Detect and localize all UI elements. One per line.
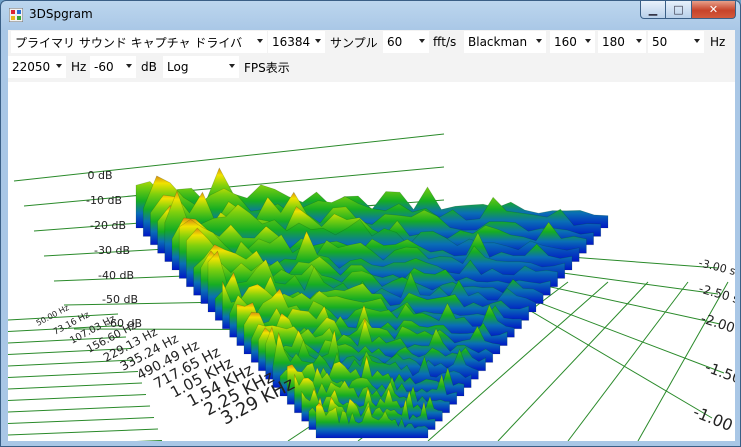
dropdown-arrow-icon bbox=[694, 39, 700, 43]
db-label: dB bbox=[141, 60, 157, 74]
dropdown-arrow-icon bbox=[56, 64, 62, 68]
maximize-icon: □ bbox=[673, 3, 684, 16]
min-freq-select[interactable]: 50 bbox=[648, 31, 704, 53]
toolbar: プライマリ サウンド キャプチャ ドライバ 16384 サンプル 60 fft/… bbox=[8, 30, 735, 82]
db-grid-line bbox=[13, 133, 445, 182]
dropdown-arrow-icon bbox=[419, 39, 425, 43]
fft-unit-label: fft/s bbox=[433, 35, 457, 49]
window-title: 3DSpgram bbox=[29, 7, 93, 21]
db-label: 0 dB bbox=[87, 169, 112, 182]
min-freq-value: 50 bbox=[652, 35, 668, 49]
fft-rate-value: 60 bbox=[387, 35, 403, 49]
db-label: -40 dB bbox=[98, 269, 134, 282]
max-freq-value: 22050 bbox=[12, 60, 51, 74]
dropdown-arrow-icon bbox=[536, 39, 542, 43]
maximize-button[interactable]: □ bbox=[666, 1, 692, 19]
freq-grid-line bbox=[8, 417, 155, 424]
floor-grid-line bbox=[567, 281, 689, 441]
freq-grid-line bbox=[8, 371, 139, 378]
samples-label: サンプル bbox=[330, 35, 378, 50]
spectrogram-3d-view[interactable]: 0 dB-10 dB-20 dB-30 dB-40 dB-50 dB-60 dB… bbox=[8, 82, 735, 441]
min-db-value: -60 bbox=[94, 60, 114, 74]
dropdown-arrow-icon bbox=[315, 39, 321, 43]
hz-label: Hz bbox=[710, 35, 726, 49]
device-select[interactable]: プライマリ サウンド キャプチャ ドライバ bbox=[11, 31, 267, 53]
time-label: -1.50 sec bbox=[703, 359, 735, 398]
time-label: -2.50 sec bbox=[697, 281, 735, 310]
minimize-button[interactable]: ▁ bbox=[640, 1, 666, 19]
scale-value: Log bbox=[167, 60, 189, 74]
min-db-select[interactable]: -60 bbox=[90, 56, 136, 78]
fft-rate-select[interactable]: 60 bbox=[383, 31, 429, 53]
fft-size-select[interactable]: 16384 bbox=[268, 31, 325, 53]
app-window: 3DSpgram ▁ □ ✕ プライマリ サウンド キャプチャ ドライバ 163… bbox=[0, 0, 741, 447]
time-label: -2.00 sec bbox=[699, 312, 735, 345]
time-label: -3.00 sec bbox=[697, 256, 735, 281]
db-label: -10 dB bbox=[86, 194, 122, 207]
db-label: -20 dB bbox=[90, 219, 126, 232]
dropdown-arrow-icon bbox=[126, 64, 132, 68]
param1-select[interactable]: 160 bbox=[550, 31, 595, 53]
dropdown-arrow-icon bbox=[257, 39, 263, 43]
param2-select[interactable]: 180 bbox=[598, 31, 646, 53]
db-label: -30 dB bbox=[94, 244, 130, 257]
param1-value: 160 bbox=[554, 35, 577, 49]
dropdown-arrow-icon bbox=[636, 39, 642, 43]
window-function-select[interactable]: Blackman bbox=[464, 31, 546, 53]
client-area: プライマリ サウンド キャプチャ ドライバ 16384 サンプル 60 fft/… bbox=[8, 30, 735, 441]
freq-grid-line bbox=[8, 359, 135, 367]
close-icon: ✕ bbox=[708, 3, 719, 16]
dropdown-arrow-icon bbox=[585, 39, 591, 43]
fps-toggle[interactable]: FPS表示 bbox=[242, 56, 292, 78]
device-value: プライマリ サウンド キャプチャ ドライバ bbox=[15, 35, 243, 50]
freq-grid-line bbox=[8, 394, 147, 401]
time-label: -1.00 sec bbox=[691, 402, 735, 441]
minimize-icon: ▁ bbox=[648, 3, 658, 16]
dropdown-arrow-icon bbox=[229, 64, 235, 68]
hz-label-2: Hz bbox=[71, 60, 87, 74]
scale-select[interactable]: Log bbox=[163, 56, 239, 78]
freq-grid-line bbox=[8, 405, 151, 413]
freq-grid-line bbox=[136, 440, 163, 441]
app-icon bbox=[9, 8, 23, 22]
window-function-value: Blackman bbox=[468, 35, 528, 49]
fft-size-value: 16384 bbox=[272, 35, 311, 49]
close-button[interactable]: ✕ bbox=[692, 1, 736, 19]
title-bar[interactable]: 3DSpgram ▁ □ ✕ bbox=[1, 1, 740, 29]
param2-value: 180 bbox=[602, 35, 625, 49]
freq-grid-line bbox=[8, 382, 143, 390]
db-label: -50 dB bbox=[102, 293, 138, 306]
max-freq-select[interactable]: 22050 bbox=[8, 56, 66, 78]
freq-grid-line bbox=[8, 428, 159, 436]
